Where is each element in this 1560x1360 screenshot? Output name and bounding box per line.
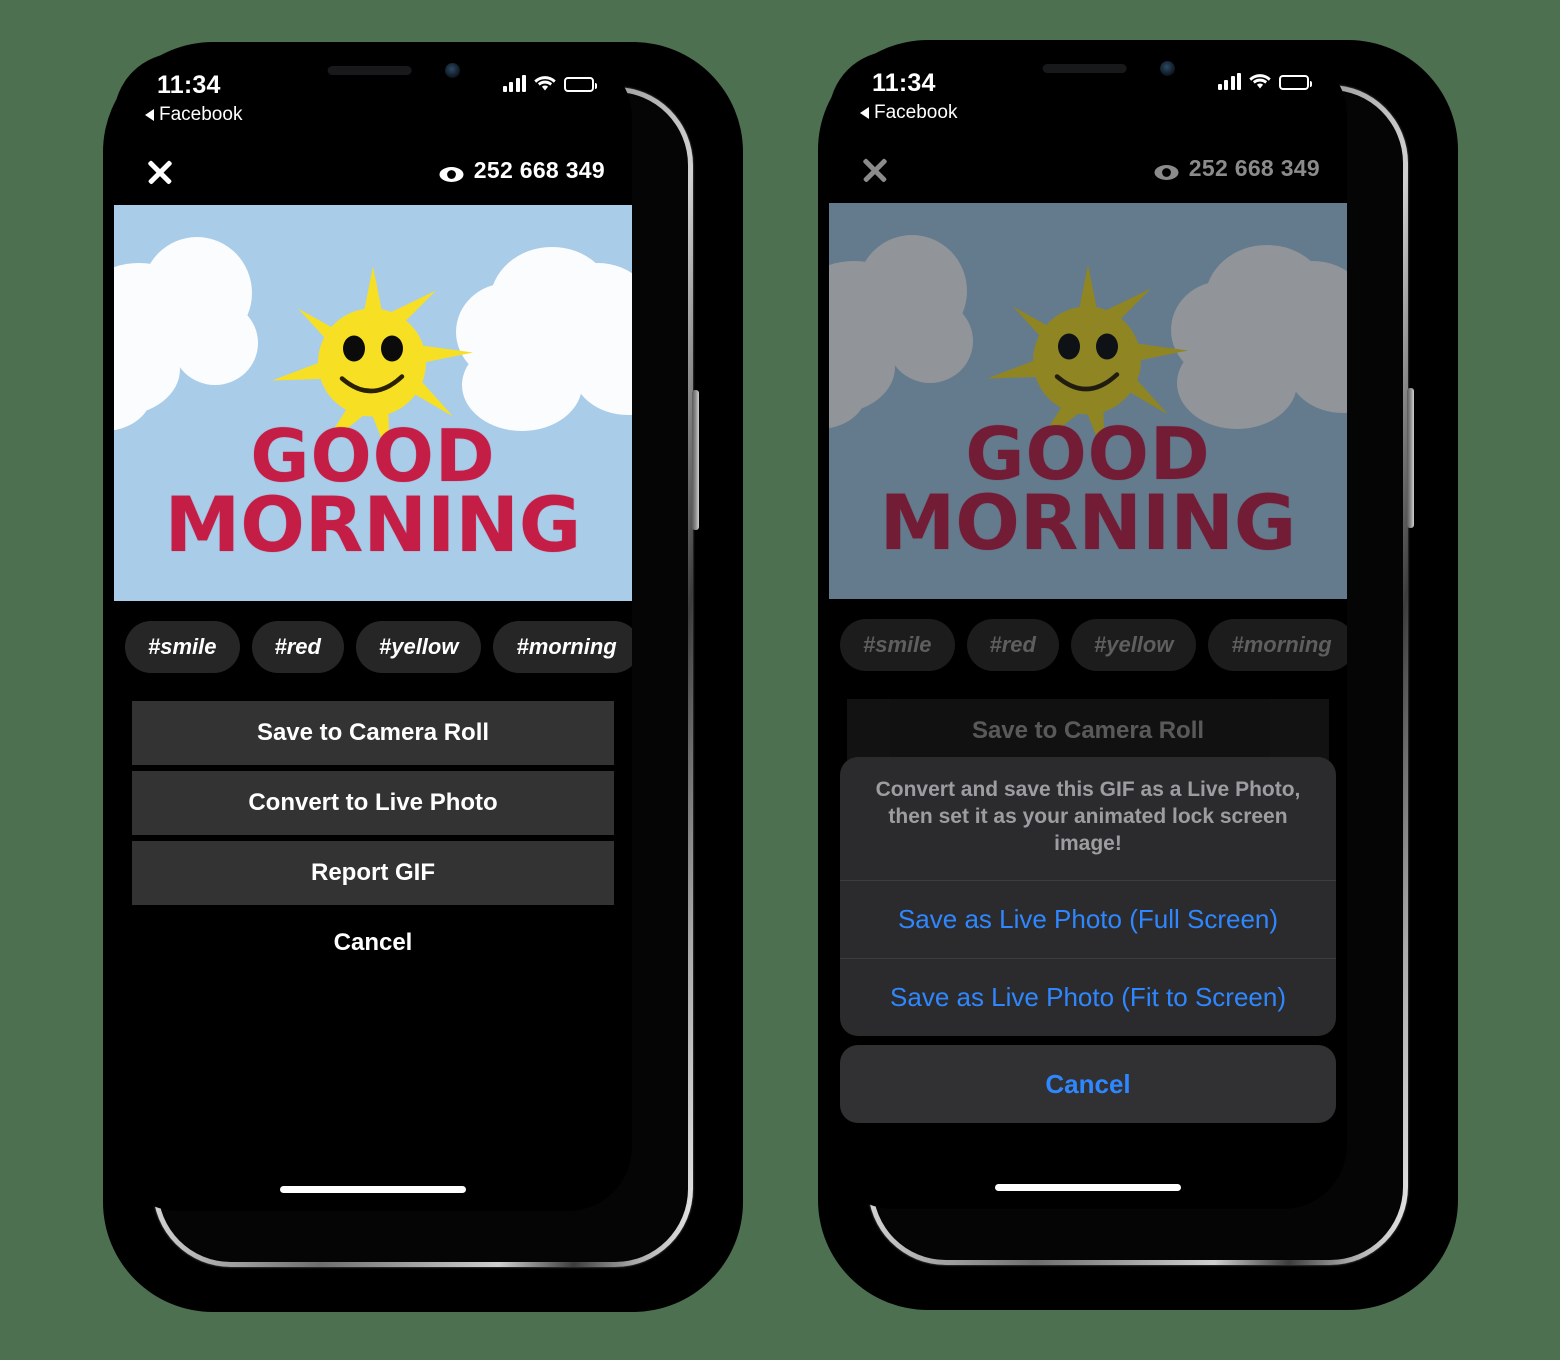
tag-chip[interactable]: #yellow: [355, 621, 482, 673]
home-indicator[interactable]: [995, 1184, 1181, 1191]
gif-preview[interactable]: GOOD MORNING: [114, 205, 632, 601]
gif-topbar: 252 668 349: [114, 145, 632, 205]
tag-list: #smile #red #yellow #morning #: [114, 621, 632, 673]
close-icon[interactable]: [142, 154, 178, 190]
home-indicator[interactable]: [280, 1186, 466, 1193]
back-app-label: Facebook: [159, 104, 243, 125]
gif-caption-line2: MORNING: [164, 479, 582, 569]
cellular-signal-icon: [502, 75, 526, 92]
save-to-camera-roll-button[interactable]: Save to Camera Roll: [132, 701, 614, 765]
phone-screen-left: 11:34 Facebook 252 668 349 GOOD MORNING …: [114, 53, 632, 1211]
phone-right: 11:34 Facebook 252 668 349 GOOD MORNING …: [818, 40, 1458, 1310]
eye-icon: [439, 162, 464, 182]
front-camera-icon: [445, 63, 460, 78]
action-sheet-group: Convert and save this GIF as a Live Phot…: [840, 757, 1336, 1036]
cloud-shape: [172, 301, 258, 385]
view-count: 252 668 349: [473, 157, 605, 183]
action-button-list: Save to Camera Roll Convert to Live Phot…: [132, 701, 614, 975]
save-live-photo-full-screen-button[interactable]: Save as Live Photo (Full Screen): [840, 880, 1336, 958]
screenshot-stage: 11:34 Facebook 252 668 349 GOOD MORNING …: [0, 0, 1560, 1360]
back-arrow-icon: [145, 109, 154, 121]
wifi-icon: [534, 75, 556, 92]
tag-chip[interactable]: #red: [251, 621, 344, 673]
tag-chip[interactable]: #morning: [493, 621, 632, 673]
gif-caption: GOOD MORNING: [114, 420, 632, 569]
power-button[interactable]: [692, 390, 699, 530]
view-count-group: 252 668 349: [439, 157, 605, 184]
action-sheet-message: Convert and save this GIF as a Live Phot…: [875, 778, 1301, 856]
report-gif-button[interactable]: Report GIF: [132, 841, 614, 905]
status-indicators: [502, 75, 597, 92]
cancel-button[interactable]: Cancel: [132, 911, 614, 975]
back-to-app-link[interactable]: Facebook: [145, 104, 242, 126]
cancel-button[interactable]: Cancel: [840, 1045, 1336, 1123]
status-time: 11:34: [157, 71, 221, 99]
power-button[interactable]: [1407, 388, 1414, 528]
gif-image: GOOD MORNING: [114, 205, 632, 601]
earpiece-speaker: [327, 66, 412, 75]
convert-to-live-photo-button[interactable]: Convert to Live Photo: [132, 771, 614, 835]
phone-left: 11:34 Facebook 252 668 349 GOOD MORNING …: [103, 42, 743, 1312]
notch: [262, 53, 484, 87]
tag-chip[interactable]: #smile: [125, 621, 240, 673]
save-live-photo-fit-to-screen-button[interactable]: Save as Live Photo (Fit to Screen): [840, 958, 1336, 1036]
phone-screen-right: 11:34 Facebook 252 668 349 GOOD MORNING …: [829, 51, 1347, 1209]
action-sheet: Convert and save this GIF as a Live Phot…: [840, 757, 1336, 1123]
battery-icon: [564, 77, 597, 92]
